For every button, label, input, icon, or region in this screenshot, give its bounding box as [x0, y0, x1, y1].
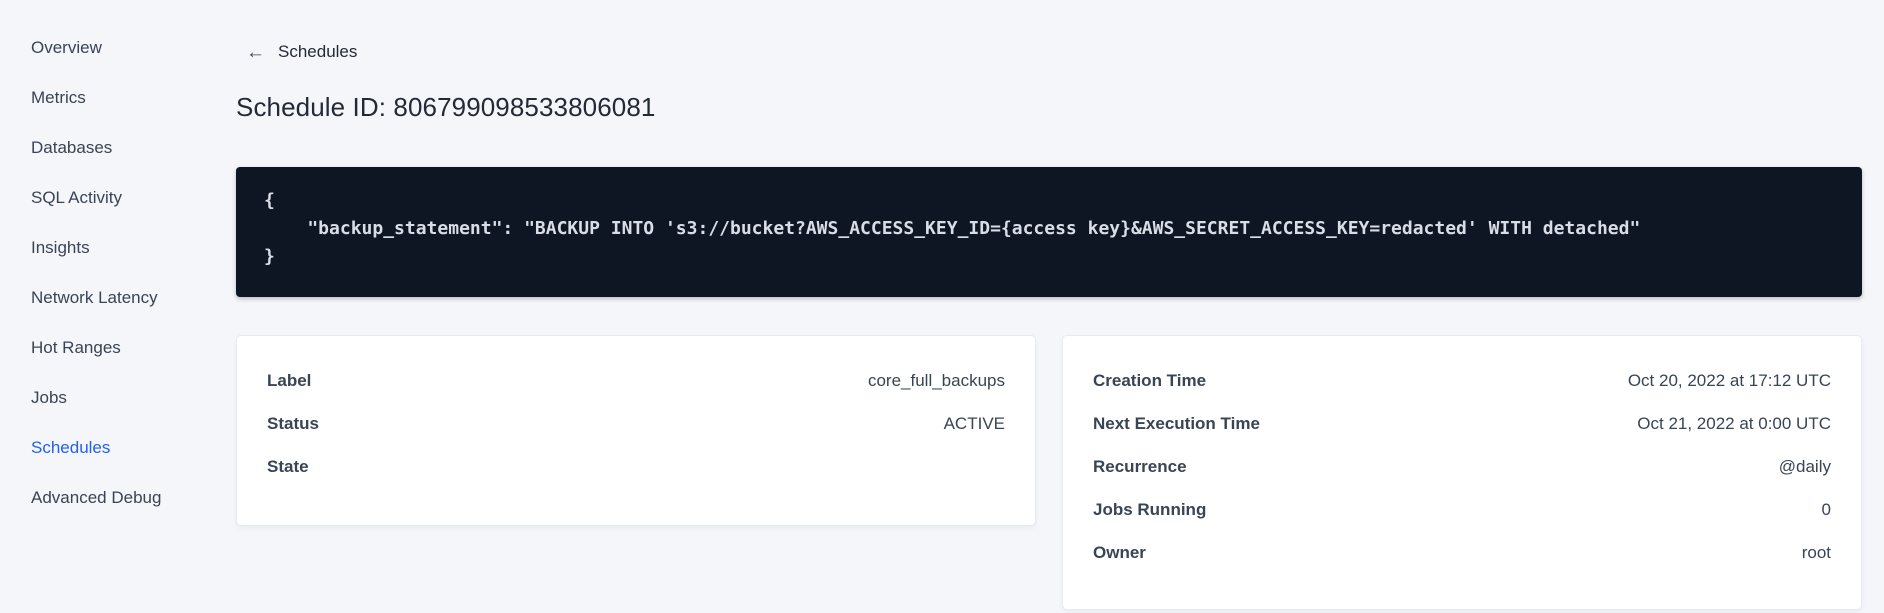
page-title: Schedule ID: 806799098533806081 — [236, 91, 656, 122]
sidebar: Overview Metrics Databases SQL Activity … — [0, 0, 236, 613]
row-value: Oct 21, 2022 at 0:00 UTC — [1637, 414, 1831, 433]
row-value: Oct 20, 2022 at 17:12 UTC — [1627, 371, 1831, 390]
card-row-label: Label core_full_backups — [267, 360, 1005, 403]
row-value: @daily — [1778, 457, 1831, 476]
code-line: "backup_statement": "BACKUP INTO 's3://b… — [264, 217, 1641, 239]
row-value: root — [1801, 543, 1831, 562]
main-content: ← Schedules Schedule ID: 806799098533806… — [236, 0, 1884, 613]
back-arrow-icon: ← — [246, 41, 265, 63]
card-row-jobs-running: Jobs Running 0 — [1093, 489, 1831, 532]
row-label: Recurrence — [1093, 457, 1187, 476]
sidebar-item-overview[interactable]: Overview — [31, 23, 236, 73]
row-value: 0 — [1821, 500, 1831, 519]
sidebar-item-network-latency[interactable]: Network Latency — [31, 273, 236, 323]
sidebar-item-databases[interactable]: Databases — [31, 123, 236, 173]
schedule-status-card: Label core_full_backups Status ACTIVE St… — [236, 334, 1036, 526]
card-row-state: State — [267, 446, 1005, 489]
back-to-schedules-link[interactable]: ← Schedules — [236, 42, 357, 62]
schedule-statement-code-block: { "backup_statement": "BACKUP INTO 's3:/… — [236, 166, 1862, 297]
sidebar-item-hot-ranges[interactable]: Hot Ranges — [31, 323, 236, 373]
card-row-creation-time: Creation Time Oct 20, 2022 at 17:12 UTC — [1093, 360, 1831, 403]
code-line: } — [264, 245, 275, 267]
card-row-next-execution-time: Next Execution Time Oct 21, 2022 at 0:00… — [1093, 403, 1831, 446]
sidebar-item-advanced-debug[interactable]: Advanced Debug — [31, 473, 236, 523]
sidebar-item-metrics[interactable]: Metrics — [31, 73, 236, 123]
row-value: core_full_backups — [867, 371, 1005, 390]
row-label: Status — [267, 414, 319, 433]
code-line: { — [264, 189, 275, 211]
sidebar-item-schedules[interactable]: Schedules — [31, 423, 236, 473]
card-row-status: Status ACTIVE — [267, 403, 1005, 446]
row-label: Label — [267, 371, 312, 390]
sidebar-item-insights[interactable]: Insights — [31, 223, 236, 273]
card-row-owner: Owner root — [1093, 532, 1831, 575]
row-label: State — [267, 457, 309, 476]
row-value: ACTIVE — [943, 414, 1005, 433]
sidebar-item-sql-activity[interactable]: SQL Activity — [31, 173, 236, 223]
back-link-label: Schedules — [278, 42, 358, 61]
row-label: Creation Time — [1093, 371, 1207, 390]
schedule-timing-card: Creation Time Oct 20, 2022 at 17:12 UTC … — [1062, 334, 1862, 610]
summary-cards: Label core_full_backups Status ACTIVE St… — [236, 334, 1862, 610]
card-row-recurrence: Recurrence @daily — [1093, 446, 1831, 489]
row-label: Owner — [1093, 543, 1146, 562]
sidebar-item-jobs[interactable]: Jobs — [31, 373, 236, 423]
app-window: Overview Metrics Databases SQL Activity … — [0, 0, 1884, 613]
row-label: Jobs Running — [1093, 500, 1207, 519]
row-label: Next Execution Time — [1093, 414, 1260, 433]
